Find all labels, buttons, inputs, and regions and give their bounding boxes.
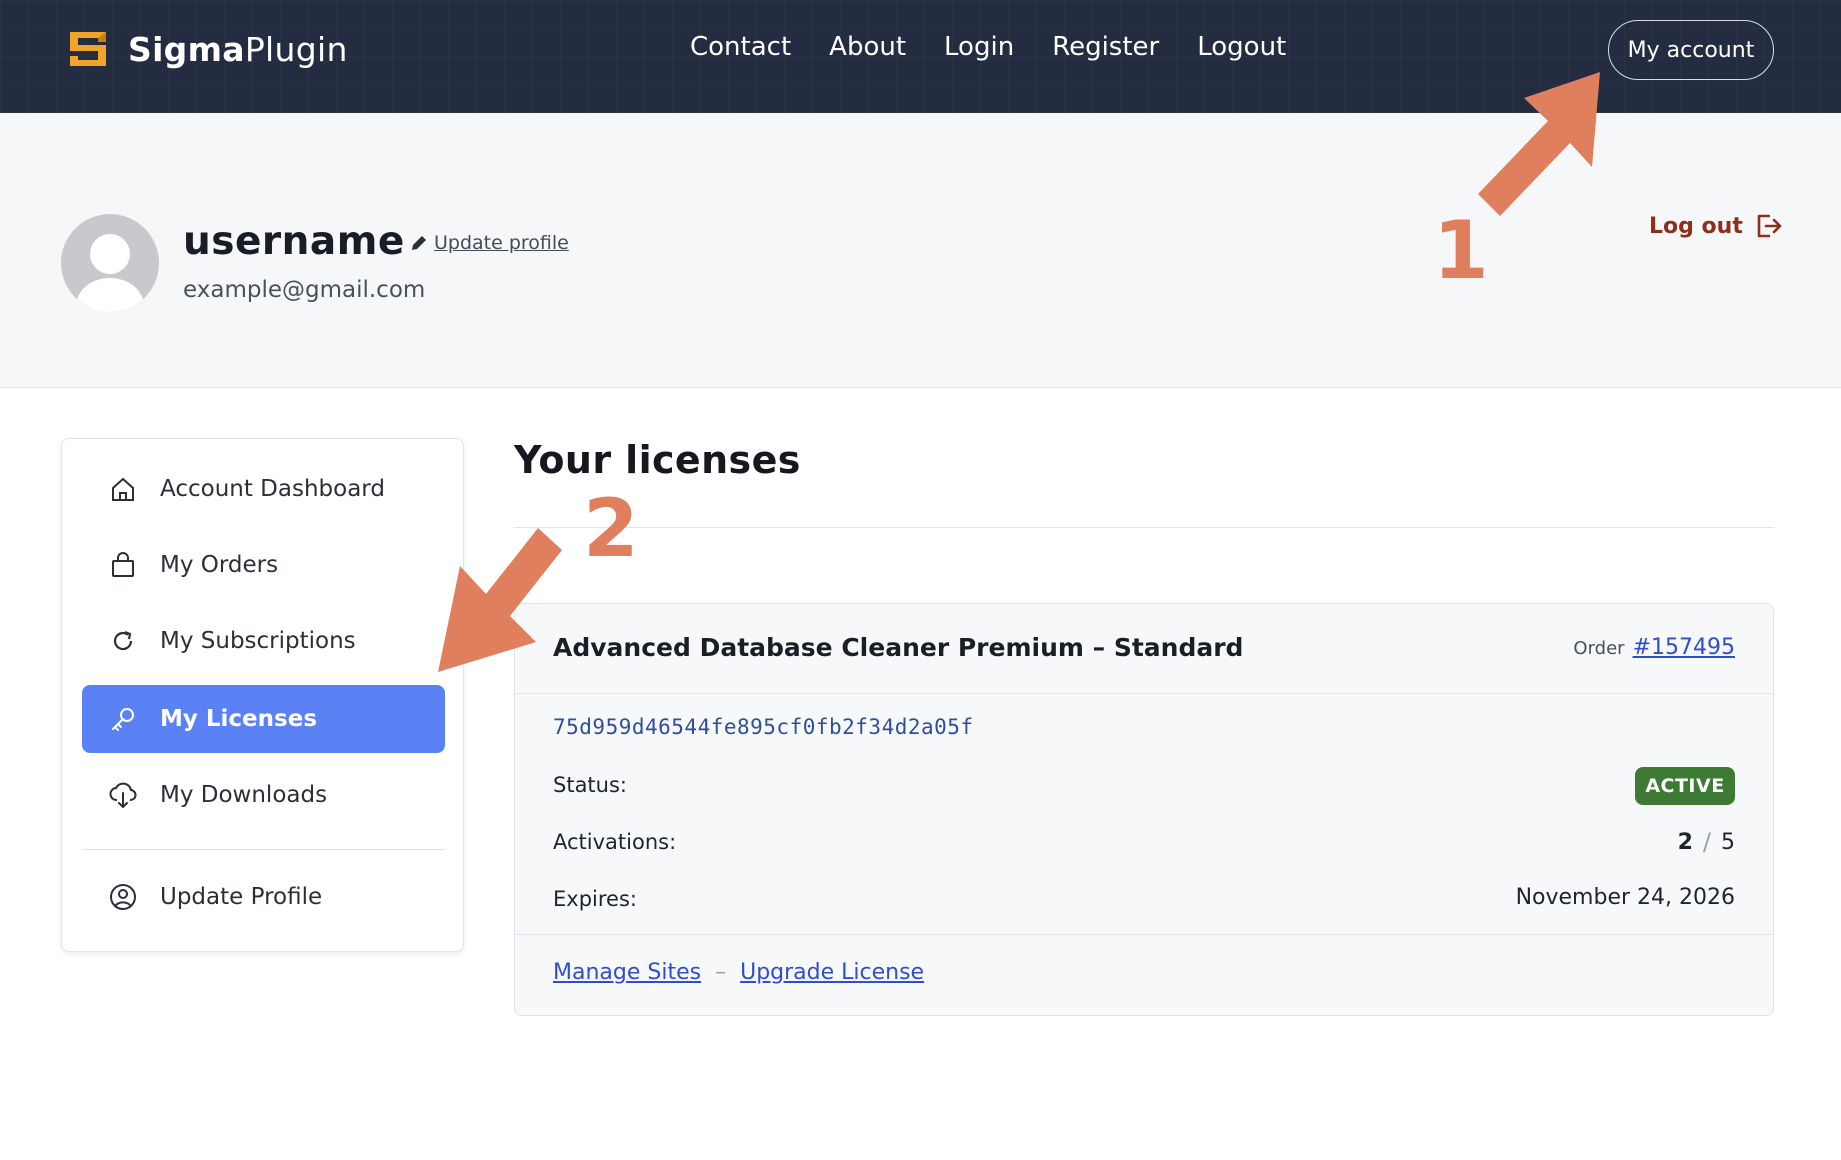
activations-total: 5 bbox=[1721, 829, 1735, 855]
license-card-header: Advanced Database Cleaner Premium – Stan… bbox=[515, 604, 1773, 694]
logo-mark-icon bbox=[70, 32, 106, 66]
expires-value: November 24, 2026 bbox=[1515, 885, 1735, 910]
annotation-number-1: 1 bbox=[1433, 204, 1489, 297]
update-profile-label: Update profile bbox=[434, 232, 569, 254]
avatar bbox=[61, 214, 159, 312]
account-sidebar: Account Dashboard My Orders My Subscript… bbox=[61, 438, 464, 952]
manage-sites-link[interactable]: Manage Sites bbox=[553, 960, 701, 985]
logout-label: Log out bbox=[1649, 213, 1743, 239]
profile-username: username bbox=[183, 219, 405, 264]
nav-about[interactable]: About bbox=[829, 32, 906, 62]
license-actions: Manage Sites – Upgrade License bbox=[553, 960, 924, 985]
title-divider bbox=[514, 527, 1774, 528]
user-circle-icon bbox=[106, 880, 140, 914]
nav-register[interactable]: Register bbox=[1052, 32, 1159, 62]
cloud-download-icon bbox=[106, 778, 140, 812]
upgrade-license-link[interactable]: Upgrade License bbox=[740, 960, 924, 985]
sidebar-item-label: My Subscriptions bbox=[160, 628, 356, 654]
status-label: Status: bbox=[553, 773, 627, 797]
sidebar-item-label: Update Profile bbox=[160, 884, 323, 910]
activations-used: 2 bbox=[1677, 829, 1693, 855]
page-title: Your licenses bbox=[514, 438, 801, 482]
nav-login[interactable]: Login bbox=[944, 32, 1014, 62]
annotation-number-2: 2 bbox=[583, 482, 639, 575]
key-icon bbox=[106, 702, 140, 736]
pencil-icon bbox=[412, 236, 426, 250]
user-silhouette-icon bbox=[76, 234, 144, 312]
expires-label: Expires: bbox=[553, 887, 637, 911]
sidebar-item-account-dashboard[interactable]: Account Dashboard bbox=[82, 455, 445, 523]
nav-logout[interactable]: Logout bbox=[1197, 32, 1286, 62]
sidebar-item-update-profile[interactable]: Update Profile bbox=[82, 863, 445, 931]
sidebar-item-label: Account Dashboard bbox=[160, 476, 385, 502]
profile-email: example@gmail.com bbox=[183, 277, 426, 303]
annotation-arrow-2 bbox=[438, 528, 562, 672]
sidebar-item-label: My Licenses bbox=[160, 706, 318, 732]
nav-contact[interactable]: Contact bbox=[690, 32, 791, 62]
sidebar-item-label: My Downloads bbox=[160, 782, 328, 808]
license-card: Advanced Database Cleaner Premium – Stan… bbox=[514, 603, 1774, 1016]
license-key: 75d959d46544fe895cf0fb2f34d2a05f bbox=[553, 715, 974, 739]
refresh-icon bbox=[106, 624, 140, 658]
footer-separator: – bbox=[715, 960, 727, 985]
sidebar-item-my-subscriptions[interactable]: My Subscriptions bbox=[82, 607, 445, 675]
my-account-button[interactable]: My account bbox=[1608, 20, 1774, 80]
activations-separator: / bbox=[1702, 828, 1711, 856]
brand-name: SigmaPlugin bbox=[128, 29, 348, 69]
license-product-name: Advanced Database Cleaner Premium – Stan… bbox=[553, 633, 1244, 662]
annotation-arrow-1 bbox=[1478, 72, 1600, 216]
logout-link[interactable]: Log out bbox=[1649, 213, 1783, 239]
home-icon bbox=[106, 472, 140, 506]
update-profile-link[interactable]: Update profile bbox=[410, 232, 569, 254]
activations-value: 2 / 5 bbox=[1678, 828, 1735, 856]
sidebar-item-my-orders[interactable]: My Orders bbox=[82, 531, 445, 599]
sidebar-item-my-downloads[interactable]: My Downloads bbox=[82, 761, 445, 829]
license-card-footer: Manage Sites – Upgrade License bbox=[515, 934, 1773, 1016]
activations-label: Activations: bbox=[553, 830, 677, 854]
status-badge: ACTIVE bbox=[1635, 767, 1735, 805]
order-reference: Order #157495 bbox=[1573, 635, 1735, 660]
sidebar-item-label: My Orders bbox=[160, 552, 279, 578]
main-nav: Contact About Login Register Logout bbox=[690, 32, 1324, 62]
order-prefix: Order bbox=[1573, 638, 1625, 659]
bag-icon bbox=[106, 548, 140, 582]
order-number-link[interactable]: #157495 bbox=[1633, 635, 1735, 660]
logout-icon bbox=[1757, 214, 1782, 238]
sidebar-item-my-licenses[interactable]: My Licenses bbox=[82, 685, 445, 753]
sidebar-divider bbox=[82, 849, 445, 850]
brand-logo[interactable]: SigmaPlugin bbox=[66, 28, 348, 70]
